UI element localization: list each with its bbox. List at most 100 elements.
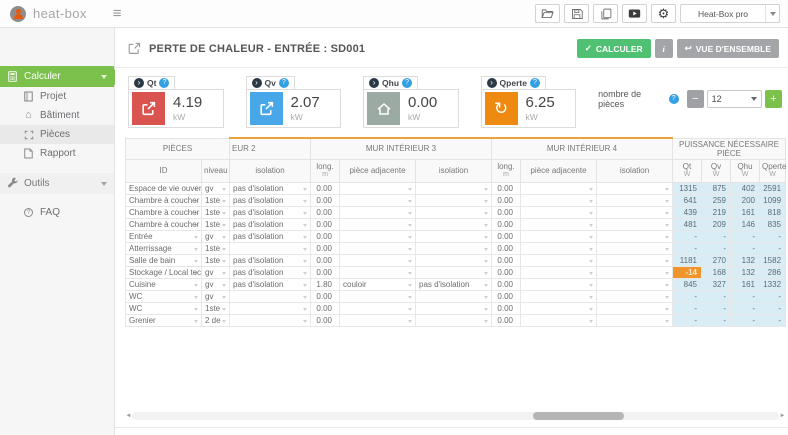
help-icon[interactable]: ?	[159, 78, 169, 88]
cell-longueur-mur4[interactable]: 0.00	[492, 278, 521, 290]
cell-piece-adjacente-mur4[interactable]	[521, 302, 597, 314]
cell-piece-adjacente-mur4[interactable]	[521, 242, 597, 254]
cell-niveau[interactable]: 2 de	[202, 314, 230, 326]
cell-isolation-mur4[interactable]	[597, 230, 673, 242]
cell-piece-adjacente-mur4[interactable]	[521, 218, 597, 230]
cell-id[interactable]: Grenier	[126, 314, 202, 326]
cell-isolation-mur2[interactable]	[230, 242, 311, 254]
cell-niveau[interactable]: gv	[202, 278, 230, 290]
cell-isolation-mur3[interactable]	[416, 290, 492, 302]
cell-longueur-mur4[interactable]: 0.00	[492, 182, 521, 194]
cell-piece-adjacente-mur4[interactable]	[521, 290, 597, 302]
cell-longueur-mur3[interactable]: 0.00	[311, 206, 340, 218]
cell-isolation-mur2[interactable]: pas d'isolation	[230, 182, 311, 194]
cell-piece-adjacente-mur3[interactable]	[340, 242, 416, 254]
cell-id[interactable]: Chambre à coucher 2	[126, 206, 202, 218]
cell-id[interactable]: Espace de vie ouvert	[126, 182, 202, 194]
save-button[interactable]	[564, 4, 589, 23]
help-icon[interactable]: ?	[530, 78, 540, 88]
cell-piece-adjacente-mur3[interactable]	[340, 290, 416, 302]
copy-button[interactable]	[593, 4, 618, 23]
cell-isolation-mur4[interactable]	[597, 314, 673, 326]
cell-longueur-mur4[interactable]: 0.00	[492, 218, 521, 230]
cell-piece-adjacente-mur3[interactable]	[340, 194, 416, 206]
cell-niveau[interactable]: 1ste	[202, 218, 230, 230]
sidebar-item-projet[interactable]: Projet	[0, 87, 114, 106]
profile-dropdown[interactable]: Heat-Box pro	[680, 4, 780, 23]
cell-isolation-mur4[interactable]	[597, 290, 673, 302]
cell-longueur-mur4[interactable]: 0.00	[492, 242, 521, 254]
cell-isolation-mur3[interactable]	[416, 314, 492, 326]
settings-button[interactable]: ⚙	[651, 4, 676, 23]
cell-longueur-mur3[interactable]: 0.00	[311, 290, 340, 302]
cell-longueur-mur4[interactable]: 0.00	[492, 266, 521, 278]
cell-piece-adjacente-mur3[interactable]	[340, 314, 416, 326]
cell-isolation-mur4[interactable]	[597, 302, 673, 314]
cell-piece-adjacente-mur4[interactable]	[521, 182, 597, 194]
cell-longueur-mur4[interactable]: 0.00	[492, 302, 521, 314]
sidebar-item-calculer[interactable]: Calculer	[0, 66, 114, 87]
cell-id[interactable]: Stockage / Local tech	[126, 266, 202, 278]
video-button[interactable]	[622, 4, 647, 23]
cell-isolation-mur3[interactable]	[416, 254, 492, 266]
cell-piece-adjacente-mur3[interactable]	[340, 218, 416, 230]
cell-isolation-mur3[interactable]	[416, 206, 492, 218]
cell-longueur-mur3[interactable]: 0.00	[311, 254, 340, 266]
cell-niveau[interactable]: 1ste	[202, 194, 230, 206]
cell-isolation-mur3[interactable]	[416, 218, 492, 230]
sidebar-item-faq[interactable]: ? FAQ	[0, 203, 114, 222]
cell-isolation-mur2[interactable]: pas d'isolation	[230, 230, 311, 242]
cell-isolation-mur3[interactable]	[416, 302, 492, 314]
cell-niveau[interactable]: 1ste	[202, 242, 230, 254]
cell-isolation-mur2[interactable]: pas d'isolation	[230, 218, 311, 230]
cell-piece-adjacente-mur4[interactable]	[521, 266, 597, 278]
cell-piece-adjacente-mur3[interactable]	[340, 206, 416, 218]
cell-isolation-mur2[interactable]	[230, 290, 311, 302]
cell-longueur-mur4[interactable]: 0.00	[492, 230, 521, 242]
cell-isolation-mur3[interactable]	[416, 194, 492, 206]
cell-isolation-mur4[interactable]	[597, 218, 673, 230]
rooms-count-select[interactable]: 12	[707, 90, 762, 108]
cell-piece-adjacente-mur4[interactable]	[521, 254, 597, 266]
cell-niveau[interactable]: gv	[202, 182, 230, 194]
help-icon[interactable]: ?	[279, 78, 289, 88]
cell-niveau[interactable]: 1ste	[202, 254, 230, 266]
cell-isolation-mur4[interactable]	[597, 182, 673, 194]
cell-isolation-mur4[interactable]	[597, 206, 673, 218]
cell-isolation-mur4[interactable]	[597, 266, 673, 278]
cell-id[interactable]: Cuisine	[126, 278, 202, 290]
sidebar-item-batiment[interactable]: ⌂ Bâtiment	[0, 106, 114, 125]
scrollbar-thumb[interactable]	[533, 412, 624, 420]
cell-longueur-mur3[interactable]: 0.00	[311, 266, 340, 278]
cell-piece-adjacente-mur4[interactable]	[521, 194, 597, 206]
calculate-button[interactable]: ✓ CALCULER	[577, 39, 651, 58]
cell-longueur-mur3[interactable]: 0.00	[311, 302, 340, 314]
cell-piece-adjacente-mur3[interactable]	[340, 230, 416, 242]
hamburger-menu-icon[interactable]: ≡	[113, 6, 122, 21]
cell-piece-adjacente-mur4[interactable]	[521, 230, 597, 242]
scrollbar-track[interactable]	[132, 412, 779, 420]
cell-longueur-mur3[interactable]: 0.00	[311, 230, 340, 242]
cell-niveau[interactable]: gv	[202, 266, 230, 278]
help-icon[interactable]: ?	[402, 78, 412, 88]
cell-isolation-mur2[interactable]: pas d'isolation	[230, 266, 311, 278]
sidebar-item-outils[interactable]: Outils	[0, 173, 114, 194]
cell-isolation-mur4[interactable]	[597, 242, 673, 254]
cell-niveau[interactable]: gv	[202, 230, 230, 242]
cell-longueur-mur3[interactable]: 0.00	[311, 182, 340, 194]
cell-longueur-mur3[interactable]: 0.00	[311, 194, 340, 206]
cell-id[interactable]: Salle de bain	[126, 254, 202, 266]
cell-id[interactable]: WC	[126, 290, 202, 302]
sidebar-item-pieces[interactable]: Pièces	[0, 125, 114, 144]
cell-longueur-mur4[interactable]: 0.00	[492, 206, 521, 218]
cell-longueur-mur3[interactable]: 0.00	[311, 242, 340, 254]
cell-piece-adjacente-mur4[interactable]	[521, 314, 597, 326]
cell-isolation-mur2[interactable]: pas d'isolation	[230, 194, 311, 206]
cell-isolation-mur4[interactable]	[597, 278, 673, 290]
overview-button[interactable]: ↩ VUE D'ENSEMBLE	[677, 39, 779, 58]
cell-piece-adjacente-mur4[interactable]	[521, 278, 597, 290]
cell-id[interactable]: Chambre à coucher 1	[126, 194, 202, 206]
cell-piece-adjacente-mur3[interactable]	[340, 266, 416, 278]
cell-isolation-mur2[interactable]: pas d'isolation	[230, 206, 311, 218]
cell-isolation-mur2[interactable]	[230, 302, 311, 314]
